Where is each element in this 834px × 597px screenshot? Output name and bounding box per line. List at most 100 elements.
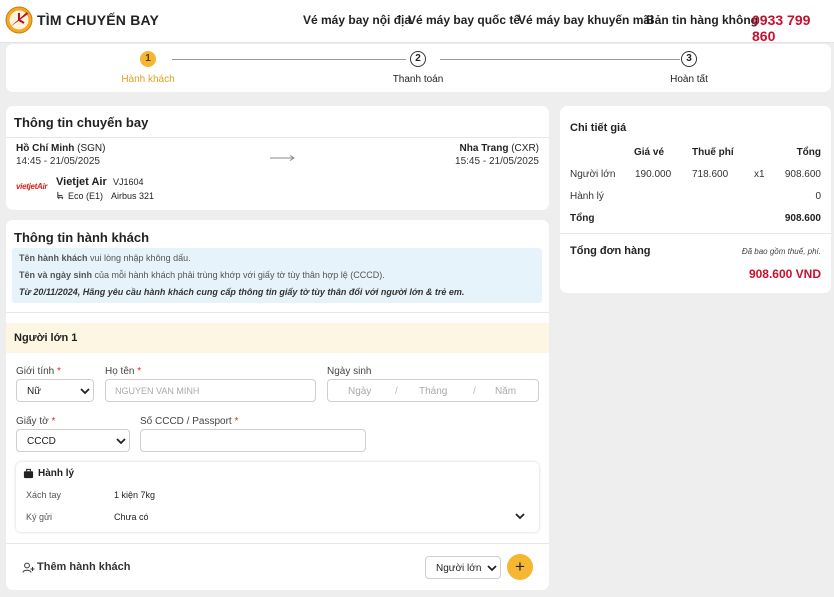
- id-number-label: Số CCCD / Passport *: [140, 416, 239, 427]
- dob-day[interactable]: Ngày: [348, 386, 371, 397]
- passenger-type-select[interactable]: Người lớn: [425, 556, 501, 579]
- checked-baggage-label: Ký gửi: [26, 512, 53, 522]
- gender-select[interactable]: Nữ: [16, 379, 94, 402]
- dob-month[interactable]: Tháng: [419, 386, 447, 397]
- col-total-header: Tổng: [796, 147, 821, 158]
- document-label: Giấy tờ *: [16, 416, 56, 427]
- notice-1-text: vui lòng nhập không dấu.: [87, 253, 191, 263]
- subtotal-label: Tổng: [570, 213, 595, 224]
- add-passenger-button[interactable]: +: [507, 554, 533, 580]
- step-1-circle: 1: [140, 51, 156, 67]
- document-type-value: CCCD: [27, 436, 56, 447]
- dob-input[interactable]: Ngày / Tháng / Năm: [327, 379, 539, 402]
- nav-international-flights[interactable]: Vé máy bay quốc tế: [408, 13, 520, 27]
- step-3-label: Hoàn tất: [670, 74, 708, 85]
- notice-2-text: của mỗi hành khách phải trùng khớp với g…: [92, 270, 385, 280]
- adult-row-label: Người lớn: [570, 169, 616, 180]
- document-type-select[interactable]: CCCD: [16, 429, 130, 452]
- tax-included-note: Đã bao gồm thuế, phí.: [741, 247, 821, 256]
- adult-total: 908.600: [784, 169, 821, 180]
- order-total-value: 908.600 VND: [748, 267, 821, 281]
- seat-icon: [57, 191, 64, 200]
- step-1-label: Hành khách: [121, 74, 175, 85]
- notice-line-2: Tên và ngày sinh của mỗi hành khách phải…: [19, 270, 385, 280]
- step-2-label: Thanh toán: [392, 74, 444, 85]
- nav-domestic-flights[interactable]: Vé máy bay nội địa: [303, 13, 411, 27]
- notice-line-3: Từ 20/11/2024, Hãng yêu cầu hành khách c…: [19, 287, 465, 297]
- adult-fare: 190.000: [635, 169, 672, 180]
- aircraft-type: Airbus 321: [111, 191, 155, 201]
- gender-label: Giới tính *: [16, 366, 61, 377]
- divider: [6, 137, 549, 138]
- adult-quantity: x1: [754, 169, 765, 180]
- step-2-circle: 2: [410, 51, 426, 67]
- stepper-connector: [440, 59, 680, 60]
- divider: [560, 233, 831, 234]
- fare-class: Eco (E1): [68, 191, 104, 201]
- passenger-notice: Tên hành khách vui lòng nhập không dấu. …: [12, 248, 542, 303]
- carry-on-label: Xách tay: [26, 490, 62, 500]
- arrow-right-icon: [270, 155, 295, 161]
- top-header: TÌM CHUYẾN BAY Vé máy bay nội địa Vé máy…: [0, 0, 834, 44]
- col-fare-header: Giá vé: [634, 147, 665, 158]
- flight-number: VJ1604: [113, 177, 144, 187]
- full-name-input[interactable]: NGUYEN VAN MINH: [105, 379, 316, 402]
- destination: Nha Trang (CXR): [460, 143, 539, 154]
- adult-tax: 718.600: [692, 169, 729, 180]
- price-detail-card: Chi tiết giá Giá vé Thuế phí Tổng Người …: [560, 106, 831, 293]
- passenger-info-card: Thông tin hành khách Tên hành khách vui …: [6, 220, 549, 590]
- arrive-time: 15:45 - 21/05/2025: [455, 156, 539, 167]
- nav-promo-flights[interactable]: Vé máy bay khuyến mãi: [518, 13, 653, 27]
- adult-1-label: Người lớn 1: [14, 332, 78, 344]
- subtotal-value: 908.600: [784, 213, 821, 224]
- flight-info-card: Thông tin chuyến bay Hồ Chí Minh (SGN) 1…: [6, 106, 549, 210]
- gender-value: Nữ: [27, 386, 41, 397]
- depart-time: 14:45 - 21/05/2025: [16, 156, 100, 167]
- divider: [6, 543, 549, 544]
- divider: [6, 312, 549, 313]
- baggage-title: Hành lý: [38, 468, 75, 479]
- clock-plane-logo-icon[interactable]: [5, 6, 33, 34]
- airline-name: Vietjet Air: [56, 176, 107, 188]
- notice-1-bold: Tên hành khách: [19, 253, 88, 263]
- stepper-connector: [172, 59, 406, 60]
- order-total-label: Tổng đơn hàng: [570, 245, 651, 257]
- carry-on-value: 1 kiện 7kg: [114, 490, 156, 500]
- dob-separator: /: [395, 386, 398, 397]
- destination-code: (CXR): [511, 143, 539, 154]
- step-3-circle: 3: [681, 51, 697, 67]
- flight-info-title: Thông tin chuyến bay: [14, 115, 149, 130]
- chevron-down-icon: [487, 565, 497, 572]
- chevron-down-icon: [116, 438, 126, 445]
- checked-baggage-value: Chưa có: [114, 512, 149, 522]
- baggage-row-label: Hành lý: [570, 191, 604, 202]
- dob-separator: /: [473, 386, 476, 397]
- full-name-label: Họ tên *: [105, 366, 142, 377]
- adult-1-section-header: Người lớn 1: [6, 323, 549, 353]
- col-tax-header: Thuế phí: [692, 147, 734, 158]
- origin-city: Hồ Chí Minh: [16, 143, 75, 154]
- passenger-info-title: Thông tin hành khách: [14, 230, 150, 245]
- nav-aviation-news[interactable]: Bản tin hàng không: [646, 13, 758, 27]
- add-passenger-label[interactable]: Thêm hành khách: [37, 561, 131, 573]
- price-detail-title: Chi tiết giá: [570, 122, 627, 134]
- hotline-number[interactable]: 0933 799 860: [752, 12, 834, 44]
- notice-line-1: Tên hành khách vui lòng nhập không dấu.: [19, 253, 191, 263]
- destination-city: Nha Trang: [459, 143, 509, 154]
- brand-name[interactable]: TÌM CHUYẾN BAY: [37, 12, 159, 28]
- dob-label: Ngày sinh: [327, 366, 372, 377]
- id-number-input[interactable]: [140, 429, 366, 452]
- vietjet-logo: vietjetAir: [16, 182, 48, 191]
- baggage-box: Hành lý Xách tay 1 kiện 7kg Ký gửi Chưa …: [16, 462, 539, 532]
- chevron-down-icon[interactable]: [514, 510, 526, 522]
- suitcase-icon: [23, 468, 34, 479]
- add-user-icon: [22, 562, 35, 573]
- chevron-down-icon: [80, 388, 90, 395]
- notice-2-bold: Tên và ngày sinh: [19, 270, 93, 280]
- origin-code: (SGN): [77, 143, 106, 154]
- booking-stepper: 1 Hành khách 2 Thanh toán 3 Hoàn tất: [6, 44, 831, 92]
- full-name-placeholder: NGUYEN VAN MINH: [115, 386, 200, 396]
- dob-year[interactable]: Năm: [495, 386, 516, 397]
- baggage-total: 0: [815, 191, 821, 202]
- passenger-type-value: Người lớn: [436, 563, 482, 574]
